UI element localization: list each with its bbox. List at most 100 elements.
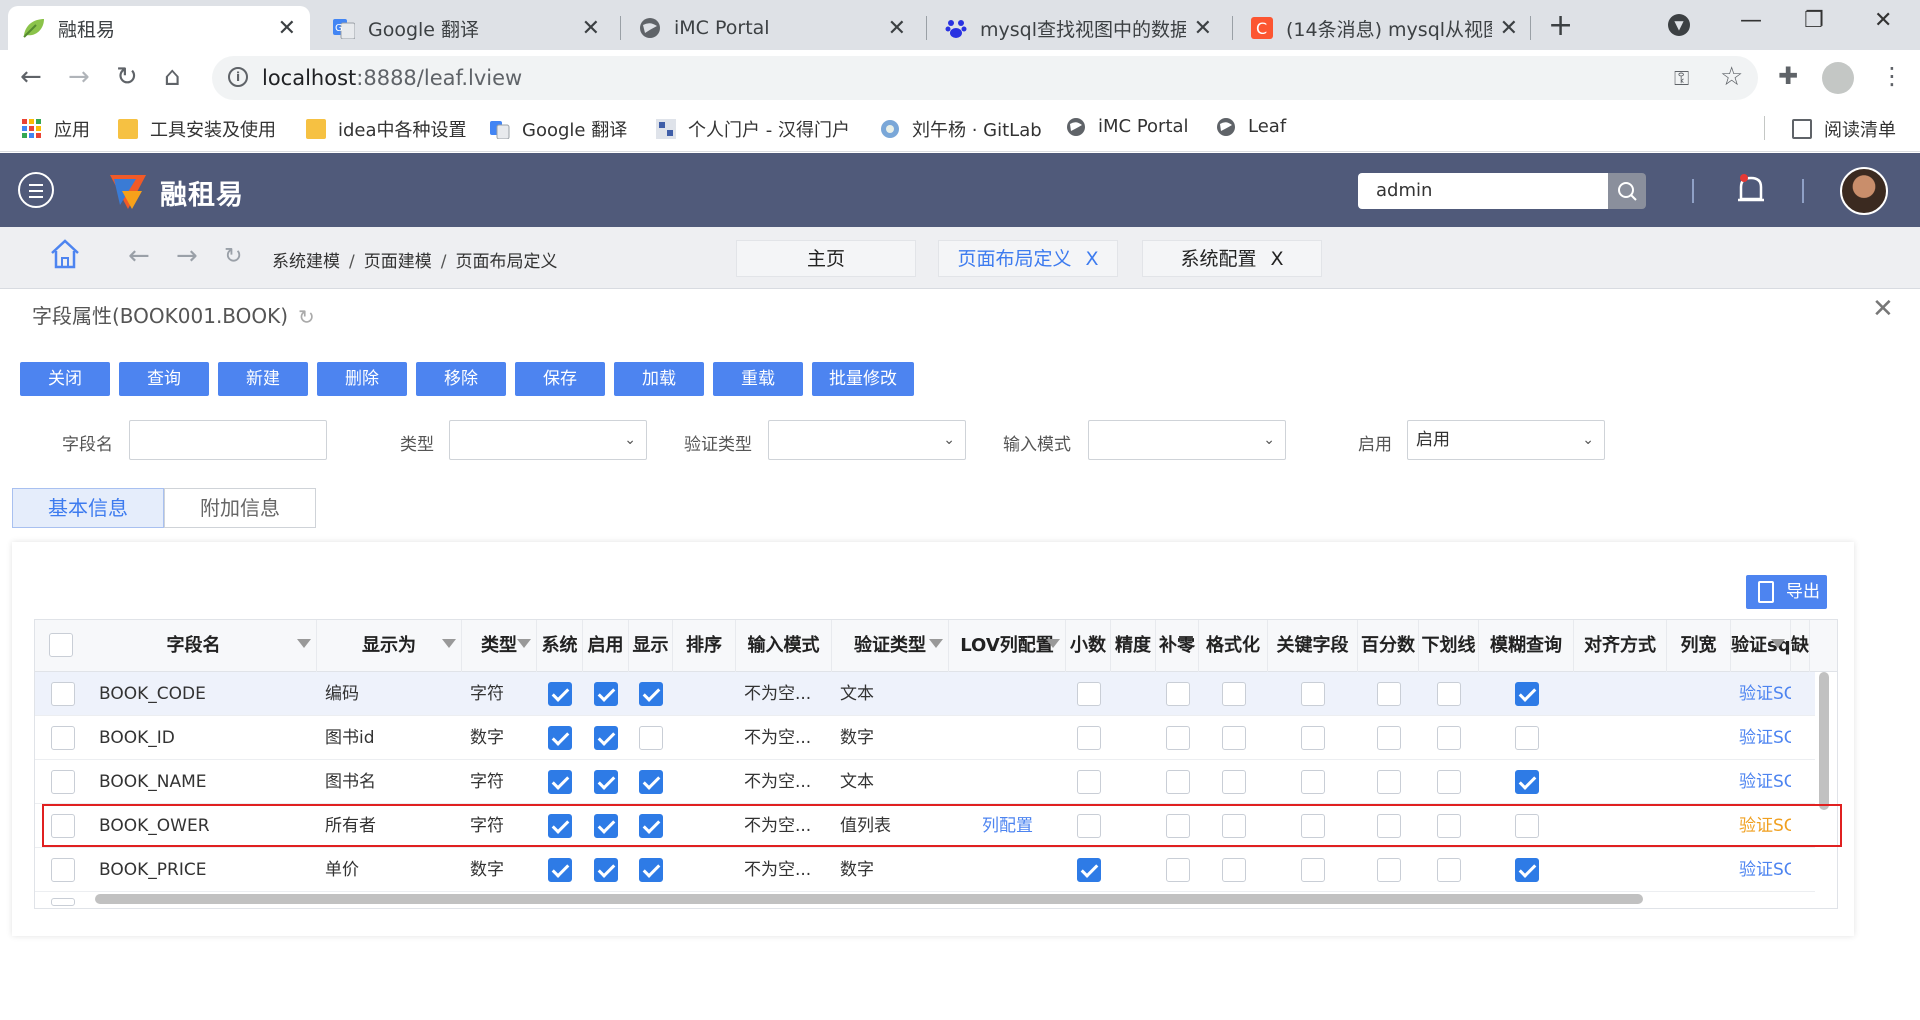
verify-sql-link[interactable]: 验证SQL xyxy=(1731,672,1791,716)
filter-icon[interactable] xyxy=(1771,639,1785,648)
forward-arrow-icon[interactable]: → xyxy=(68,62,90,92)
column-header[interactable]: 补零 xyxy=(1156,620,1199,672)
extensions-puzzle-icon[interactable]: ✚ xyxy=(1778,62,1798,90)
select-all-checkbox[interactable] xyxy=(49,633,73,657)
table-row[interactable]: BOOK_ID 图书id 数字 不为空... 数字 验证SQL xyxy=(35,716,1815,760)
decimal-checkbox[interactable] xyxy=(1076,770,1101,794)
column-header[interactable]: 列宽 xyxy=(1667,620,1731,672)
breadcrumb-item[interactable]: 页面布局定义 xyxy=(455,252,557,272)
horizontal-scrollbar[interactable] xyxy=(95,894,1643,904)
option-checkbox[interactable] xyxy=(1301,726,1325,750)
menu-toggle-icon[interactable] xyxy=(18,172,54,208)
verify-sql-link[interactable]: 验证SQL xyxy=(1731,848,1791,892)
filter-icon[interactable] xyxy=(1046,639,1060,648)
filter-icon[interactable] xyxy=(297,639,311,648)
column-header[interactable]: 格式化 xyxy=(1199,620,1268,672)
close-icon[interactable]: ✕ xyxy=(1500,16,1518,41)
option-checkbox[interactable] xyxy=(1437,858,1461,882)
row-checkbox[interactable] xyxy=(51,770,75,794)
enabled-checkbox[interactable] xyxy=(594,682,618,706)
tab-extra-info[interactable]: 附加信息 xyxy=(164,488,316,528)
home-icon[interactable]: ⌂ xyxy=(164,62,181,92)
enabled-checkbox[interactable] xyxy=(594,770,618,794)
table-row[interactable]: BOOK_PRICE 单价 数字 不为空... 数字 验证SQL xyxy=(35,848,1815,892)
bookmark-idea[interactable]: idea中各种设置 xyxy=(306,116,467,142)
browser-tab-rongzuyi[interactable]: 融租易 ✕ xyxy=(8,6,310,50)
option-checkbox[interactable] xyxy=(1301,682,1325,706)
column-header[interactable]: 关键字段 xyxy=(1268,620,1358,672)
close-icon[interactable]: ✕ xyxy=(1194,16,1212,41)
breadcrumb-item[interactable]: 系统建模 xyxy=(272,252,340,272)
page-tab-system-config[interactable]: 系统配置 X xyxy=(1142,240,1322,277)
system-checkbox[interactable] xyxy=(548,726,572,750)
remove-button[interactable]: 移除 xyxy=(416,362,506,396)
option-checkbox[interactable] xyxy=(1437,814,1461,838)
filter-icon[interactable] xyxy=(517,639,531,648)
tab-search-icon[interactable]: ▼ xyxy=(1668,14,1690,36)
column-header[interactable]: 字段名 xyxy=(91,620,317,672)
option-checkbox[interactable] xyxy=(1376,814,1401,838)
decimal-checkbox[interactable] xyxy=(1076,814,1101,838)
bookmark-google-translate[interactable]: Google 翻译 xyxy=(490,116,627,142)
display-checkbox[interactable] xyxy=(639,682,663,706)
column-header[interactable]: 百分数 xyxy=(1358,620,1419,672)
bookmark-leaf[interactable]: Leaf xyxy=(1216,116,1286,137)
back-arrow-icon[interactable]: ← xyxy=(20,62,42,92)
load-button[interactable]: 加载 xyxy=(614,362,704,396)
bookmark-tools[interactable]: 工具安装及使用 xyxy=(118,116,276,142)
system-checkbox[interactable] xyxy=(548,682,572,706)
close-icon[interactable]: ✕ xyxy=(278,16,296,41)
filter-icon[interactable] xyxy=(442,639,456,648)
fuzzy-query-checkbox[interactable] xyxy=(1514,726,1539,750)
home-icon[interactable] xyxy=(48,237,82,271)
lov-config-link[interactable]: 列配置 xyxy=(949,804,1066,848)
enabled-checkbox[interactable] xyxy=(594,858,618,882)
column-header[interactable]: 启用 xyxy=(583,620,629,672)
display-checkbox[interactable] xyxy=(639,726,663,750)
option-checkbox[interactable] xyxy=(1165,858,1190,882)
search-button[interactable] xyxy=(1608,173,1646,209)
reload-icon[interactable]: ↻ xyxy=(116,62,138,92)
browser-tab-google-translate[interactable]: G Google 翻译 ✕ xyxy=(318,6,614,50)
column-header[interactable]: 输入模式 xyxy=(736,620,832,672)
option-checkbox[interactable] xyxy=(1376,682,1401,706)
enabled-checkbox[interactable] xyxy=(594,814,618,838)
column-header[interactable]: 显示 xyxy=(629,620,673,672)
column-header[interactable]: 显示为 xyxy=(317,620,462,672)
tab-basic-info[interactable]: 基本信息 xyxy=(12,488,164,528)
row-checkbox[interactable] xyxy=(51,858,75,882)
page-tab-home[interactable]: 主页 xyxy=(736,240,916,277)
restore-icon[interactable]: ❐ xyxy=(1804,8,1824,33)
system-checkbox[interactable] xyxy=(548,858,572,882)
close-icon[interactable]: ✕ xyxy=(582,16,600,41)
site-info-icon[interactable]: i xyxy=(228,67,248,87)
option-checkbox[interactable] xyxy=(1301,858,1325,882)
column-header[interactable]: 对齐方式 xyxy=(1574,620,1667,672)
option-checkbox[interactable] xyxy=(1301,814,1325,838)
close-icon[interactable]: ✕ xyxy=(1872,294,1894,324)
table-row[interactable]: BOOK_NAME 图书名 字符 不为空... 文本 验证SQL xyxy=(35,760,1815,804)
option-checkbox[interactable] xyxy=(1165,682,1190,706)
notification-bell-icon[interactable] xyxy=(1736,173,1766,207)
browser-tab-imc-portal[interactable]: iMC Portal ✕ xyxy=(624,6,920,50)
display-checkbox[interactable] xyxy=(639,858,663,882)
column-header[interactable]: 排序 xyxy=(673,620,736,672)
option-checkbox[interactable] xyxy=(1376,770,1401,794)
option-checkbox[interactable] xyxy=(1221,682,1246,706)
tab-close-icon[interactable]: X xyxy=(1270,248,1283,270)
new-tab-icon[interactable]: + xyxy=(1548,8,1573,43)
column-header[interactable]: 缺 xyxy=(1791,620,1810,672)
option-checkbox[interactable] xyxy=(1376,726,1401,750)
column-header[interactable]: 系统 xyxy=(537,620,583,672)
row-checkbox[interactable] xyxy=(51,726,75,750)
fuzzy-query-checkbox[interactable] xyxy=(1514,814,1539,838)
browser-tab-csdn[interactable]: C (14条消息) mysql从视图中 ✕ xyxy=(1236,6,1532,50)
delete-button[interactable]: 删除 xyxy=(317,362,407,396)
close-icon[interactable]: ✕ xyxy=(888,16,906,41)
close-button[interactable]: 关闭 xyxy=(20,362,110,396)
query-button[interactable]: 查询 xyxy=(119,362,209,396)
column-header[interactable]: 模糊查询 xyxy=(1479,620,1574,672)
bookmark-apps[interactable]: 应用 xyxy=(22,116,90,142)
verify-sql-link[interactable]: 验证SQL xyxy=(1731,804,1791,848)
row-checkbox[interactable] xyxy=(51,814,75,838)
